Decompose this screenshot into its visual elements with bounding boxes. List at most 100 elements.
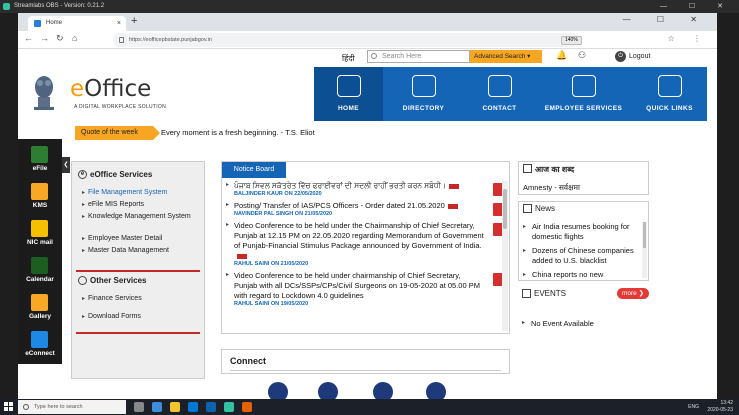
notice-title-text: Video Conference to be held under the Ch…	[234, 221, 484, 250]
edge-icon[interactable]	[152, 402, 162, 412]
advanced-search-button[interactable]: Advanced Search ▾	[470, 50, 542, 63]
nav-employee-services[interactable]: EMPLOYEE SERVICES	[535, 67, 632, 121]
obs-window-controls[interactable]: — ☐ ✕	[660, 0, 733, 13]
events-more-button[interactable]: more ❯	[617, 288, 649, 299]
reload-button[interactable]: ↻	[56, 33, 64, 44]
directory-icon	[411, 75, 436, 97]
service-link[interactable]: Master Data Management	[82, 246, 200, 256]
notice-title[interactable]: Video Conference to be held under the Ch…	[234, 221, 484, 261]
bell-icon[interactable]: 🔔	[556, 50, 567, 61]
notice-board-tab[interactable]: Notice Board	[222, 162, 286, 178]
quote-text: Every moment is a fresh beginning. - T.S…	[161, 128, 315, 137]
sidebar-item-kms[interactable]: KMS	[18, 180, 62, 214]
word-of-day-value: Amnesty - सर्वक्षमा	[523, 183, 580, 192]
task-view-icon[interactable]	[134, 402, 144, 412]
notice-item[interactable]: Video Conference to be held under chairm…	[226, 271, 506, 307]
obs-taskbar-icon[interactable]	[224, 402, 234, 412]
other-services-title: Other Services	[90, 276, 147, 285]
nav-label: QUICK LINKS	[646, 105, 693, 112]
sidebar-collapse-icon[interactable]: ❮	[62, 157, 70, 173]
address-bar[interactable]: https://eofficepbstate.punjabgov.in	[113, 33, 579, 47]
new-tab-button[interactable]: +	[131, 15, 137, 27]
mail-icon[interactable]	[206, 402, 216, 412]
home-button[interactable]: ⌂	[72, 33, 77, 43]
news-scrollbar[interactable]	[642, 222, 647, 278]
connect-title: Connect	[230, 356, 266, 366]
notice-title[interactable]: Video Conference to be held under chairm…	[234, 271, 484, 301]
service-link[interactable]: Employee Master Detail	[82, 234, 200, 244]
eoffice-services-header: e eOffice Services	[78, 170, 152, 179]
presentation-icon[interactable]	[426, 382, 446, 399]
file-explorer-icon[interactable]	[170, 402, 180, 412]
logo-rest: Office	[84, 76, 152, 102]
new-badge-icon	[447, 203, 458, 209]
browser-tab-home[interactable]: Home ×	[28, 16, 126, 31]
sidebar-item-gallery[interactable]: Gallery	[18, 291, 62, 325]
word-of-day-title: आज का शब्द	[535, 165, 575, 174]
notice-title-text: Video Conference to be held under chairm…	[234, 271, 480, 300]
search-input[interactable]: Search Here	[367, 50, 470, 63]
sidebar-item-econnect[interactable]: eConnect	[18, 328, 62, 362]
scroll-thumb[interactable]	[503, 189, 507, 229]
notice-scrollbar[interactable]	[502, 181, 508, 331]
news-item[interactable]: Air India resumes booking for domestic f…	[523, 222, 641, 242]
service-link[interactable]: Knowledge Management System	[82, 212, 200, 222]
events-box: EVENTS more ❯ No Event Available	[518, 287, 649, 337]
word-icon	[523, 164, 532, 173]
kms-icon	[31, 183, 48, 200]
tab-title: Home	[46, 20, 63, 26]
windows-start-icon[interactable]	[4, 402, 14, 412]
chat-icon[interactable]	[373, 382, 393, 399]
notice-item[interactable]: Posting/ Transfer of IAS/PCS Officers - …	[226, 201, 506, 217]
sidebar-item-label: eFile	[32, 165, 48, 172]
service-link[interactable]: eFile MIS Reports	[82, 200, 200, 210]
service-link[interactable]: Finance Services	[82, 294, 200, 304]
service-link[interactable]: Download Forms	[82, 312, 200, 322]
notice-title[interactable]: ਪੰਜਾਬ ਸਿਵਲ ਸਕੱਤਰੇਤ ਵਿੱਚ ਫਰਾਈਵਰਾਂ ਦੀ ਸਦਲੀ…	[234, 181, 484, 191]
help-icon[interactable]	[318, 382, 338, 399]
notice-board: Notice Board ਪੰਜਾਬ ਸਿਵਲ ਸਕੱਤਰੇਤ ਵਿੱਚ ਫਰਾ…	[221, 161, 510, 334]
notice-item[interactable]: ਪੰਜਾਬ ਸਿਵਲ ਸਕੱਤਰੇਤ ਵਿੱਚ ਫਰਾਈਵਰਾਂ ਦੀ ਸਦਲੀ…	[226, 181, 506, 197]
language-indicator[interactable]: ENG	[688, 404, 699, 410]
user-icon[interactable]: ⚇	[578, 50, 586, 61]
news-item[interactable]: Dozens of Chinese companies added to U.S…	[523, 246, 641, 266]
store-icon[interactable]	[188, 402, 198, 412]
nav-label: HOME	[337, 105, 360, 112]
eoffice-services-title: eOffice Services	[90, 170, 153, 179]
sidebar-item-efile[interactable]: eFile	[18, 143, 62, 177]
state-emblem-icon	[34, 76, 54, 110]
notice-title[interactable]: Posting/ Transfer of IAS/PCS Officers - …	[234, 201, 484, 211]
url-text: https://eofficepbstate.punjabgov.in	[129, 37, 212, 43]
connect-icons	[246, 382, 466, 399]
nav-contact[interactable]: CONTACT	[464, 67, 535, 121]
nav-home[interactable]: HOME	[314, 67, 383, 121]
scroll-thumb[interactable]	[643, 222, 646, 248]
new-badge-icon	[237, 253, 247, 259]
section-divider	[76, 270, 200, 272]
forward-button[interactable]: →	[40, 33, 49, 43]
efile-icon	[31, 146, 48, 163]
taskbar-search-input[interactable]: Type here to search	[18, 400, 126, 414]
logout-button[interactable]: ⏻ Logout	[615, 49, 650, 64]
windows-taskbar: Type here to search ENG 13:42 2020-05-23	[0, 399, 739, 415]
nav-directory[interactable]: DIRECTORY	[383, 67, 464, 121]
sidebar-item-calendar[interactable]: Calendar	[18, 254, 62, 288]
nav-quick-links[interactable]: QUICK LINKS	[632, 67, 707, 121]
obs-title: Streamlabs OBS - Version: 0.21.2	[14, 3, 105, 9]
tab-close-icon[interactable]: ×	[117, 16, 121, 31]
word-of-day-box: आज का शब्द Amnesty - सर्वक्षमा	[518, 161, 649, 195]
service-link[interactable]: File Management System	[82, 188, 200, 198]
toolbar-menu-icons[interactable]: ☆ ⋮	[668, 34, 709, 43]
firefox-icon[interactable]	[242, 402, 252, 412]
system-clock[interactable]: 13:42 2020-05-23	[707, 400, 733, 414]
sidebar-item-nic-mail[interactable]: NIC mail	[18, 217, 62, 251]
browser-window-controls[interactable]: — ☐ ✕	[623, 15, 709, 24]
news-item[interactable]: China reports no new coronavirus cases f…	[523, 270, 641, 280]
back-button[interactable]: ←	[24, 33, 33, 43]
logout-label: Logout	[629, 53, 651, 60]
grid-apps-icon[interactable]	[268, 382, 288, 399]
zoom-badge[interactable]: 140%	[561, 36, 582, 45]
hindi-language-link[interactable]: हिंदी	[342, 53, 355, 64]
sidebar-item-label: NIC mail	[26, 239, 53, 246]
notice-item[interactable]: Video Conference to be held under the Ch…	[226, 221, 506, 267]
